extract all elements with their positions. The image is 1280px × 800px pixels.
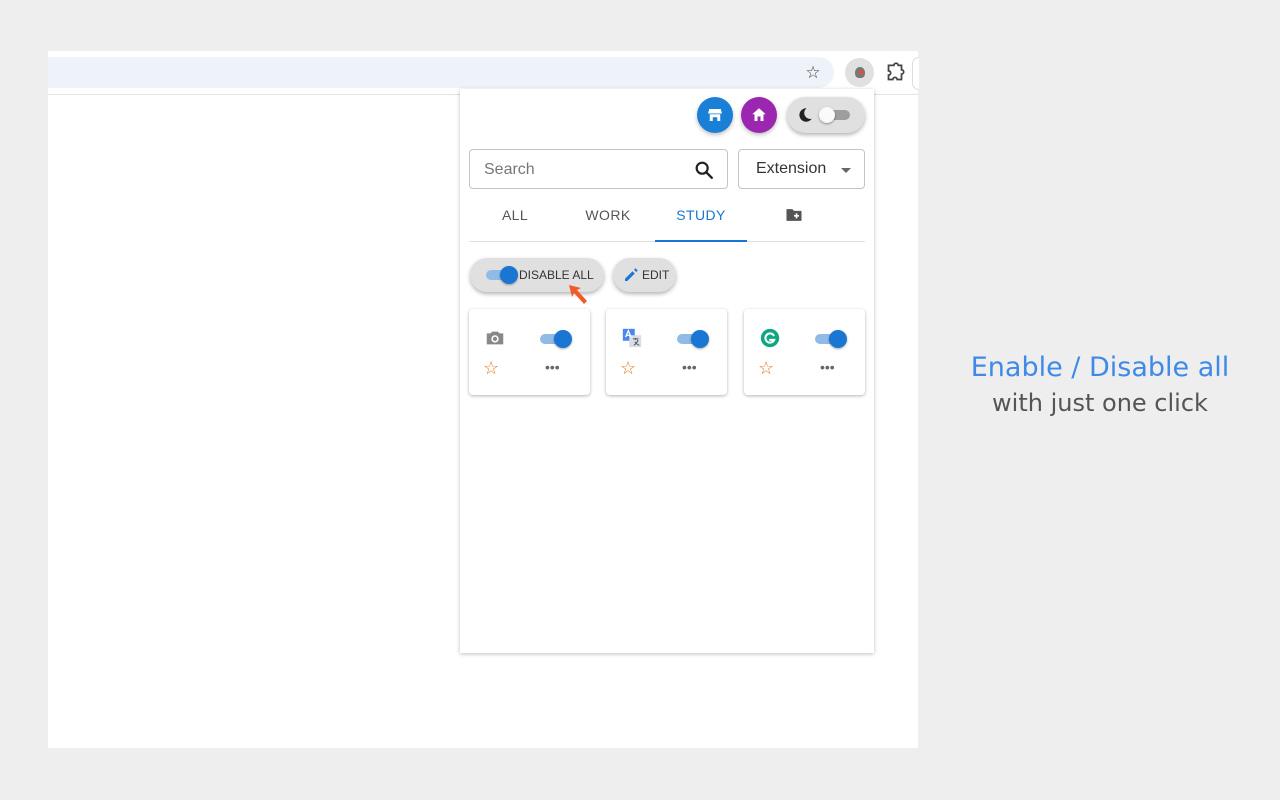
- home-button[interactable]: [741, 97, 777, 133]
- extension-toggle[interactable]: [675, 330, 709, 348]
- camera-icon: [486, 331, 504, 345]
- address-bar[interactable]: [48, 57, 834, 88]
- extension-card[interactable]: ☆ •••: [606, 309, 727, 395]
- search-icon[interactable]: [693, 159, 715, 181]
- folder-add-icon: [786, 209, 802, 221]
- tab-bar: ALL WORK STUDY: [469, 197, 865, 242]
- disable-all-toggle[interactable]: [484, 266, 518, 284]
- home-icon: [752, 108, 766, 121]
- search-field[interactable]: [469, 149, 728, 189]
- favorite-star-icon[interactable]: ☆: [483, 358, 499, 378]
- pencil-icon: [625, 268, 638, 281]
- favorite-star-icon[interactable]: ☆: [620, 358, 636, 378]
- more-options-icon[interactable]: •••: [545, 359, 560, 375]
- grammarly-icon: [760, 328, 780, 348]
- extension-logo-icon[interactable]: [845, 58, 874, 87]
- dark-mode-toggle[interactable]: [787, 97, 865, 133]
- dark-mode-knob: [819, 107, 835, 123]
- tab-all[interactable]: ALL: [469, 197, 561, 241]
- caption-title: Enable / Disable all: [970, 352, 1230, 383]
- tab-study[interactable]: STUDY: [655, 197, 747, 242]
- edit-label: EDIT: [642, 268, 670, 282]
- bookmark-star-icon[interactable]: ☆: [802, 62, 824, 84]
- extension-card[interactable]: ☆ •••: [469, 309, 590, 395]
- moon-icon: [799, 108, 812, 122]
- extension-toggle[interactable]: [813, 330, 847, 348]
- disable-all-label: DISABLE ALL: [519, 268, 594, 282]
- caption-subtitle: with just one click: [992, 389, 1208, 417]
- puzzle-icon[interactable]: [882, 60, 908, 86]
- more-options-icon[interactable]: •••: [682, 359, 697, 375]
- more-options-icon[interactable]: •••: [820, 359, 835, 375]
- filter-select[interactable]: Extension: [738, 149, 865, 189]
- favorite-star-icon[interactable]: ☆: [758, 358, 774, 378]
- extension-popup: Extension ALL WORK STUDY DISABLE ALL EDI…: [460, 89, 874, 653]
- pointer-arrow-icon: [569, 285, 587, 304]
- tab-work[interactable]: WORK: [562, 197, 654, 241]
- store-icon: [708, 109, 722, 121]
- extension-card[interactable]: ☆ •••: [744, 309, 865, 395]
- extension-toggle[interactable]: [538, 330, 572, 348]
- tab-add-group[interactable]: [748, 197, 840, 241]
- store-button[interactable]: [697, 97, 733, 133]
- filter-select-value: Extension: [756, 160, 827, 177]
- edit-button[interactable]: EDIT: [613, 258, 676, 292]
- search-input[interactable]: [471, 151, 686, 189]
- translate-icon: [622, 328, 642, 348]
- chevron-down-icon: [841, 168, 851, 173]
- profile-button-edge[interactable]: [912, 57, 919, 90]
